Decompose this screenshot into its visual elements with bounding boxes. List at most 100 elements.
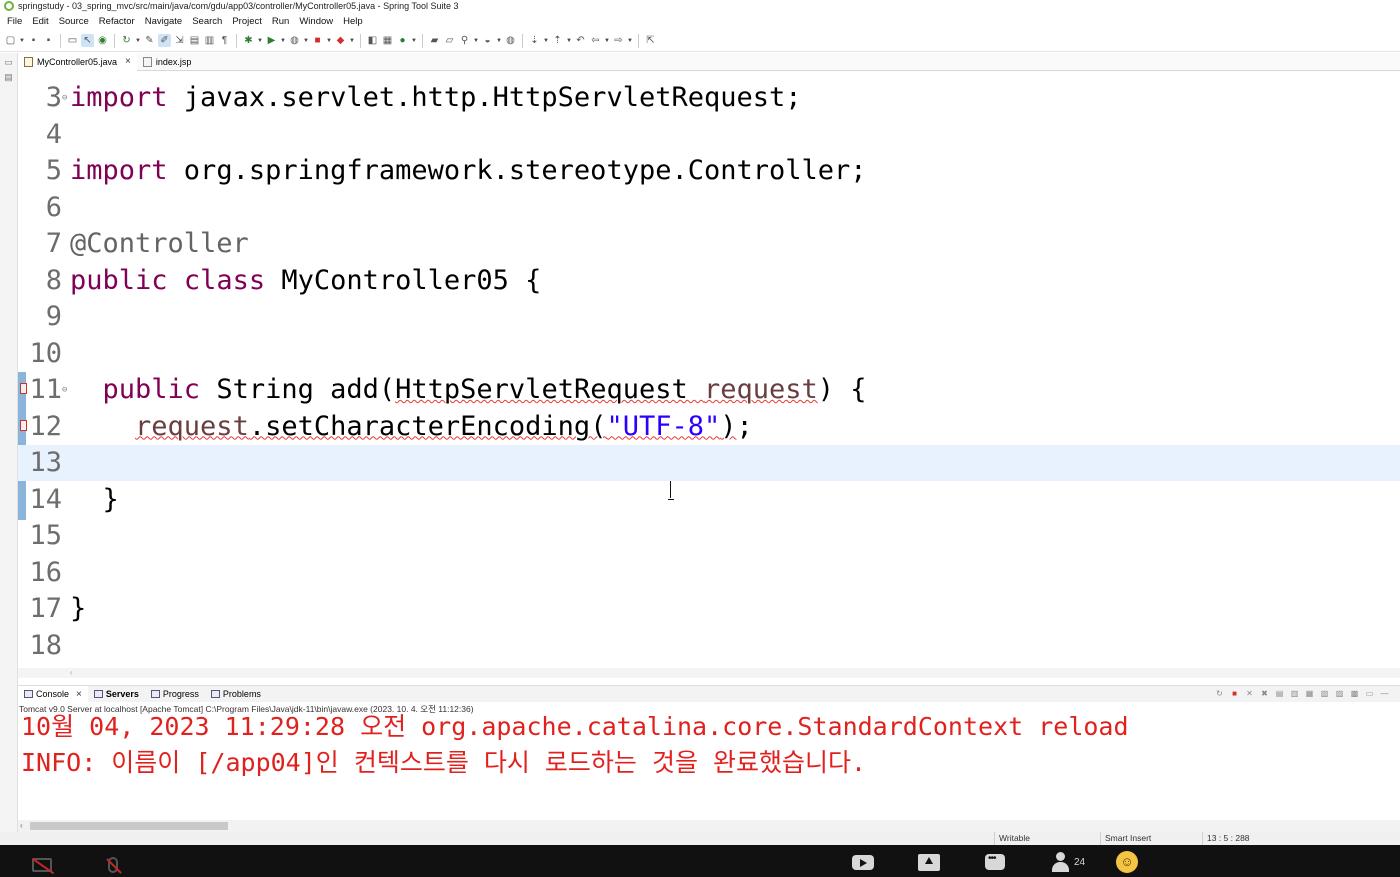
code-line[interactable]: 7 @Controller [18, 226, 1400, 262]
video-icon[interactable] [852, 851, 874, 873]
code-line[interactable]: 3 ⊖ import javax.servlet.http.HttpServletR… [18, 80, 1400, 116]
menu-run[interactable]: Run [267, 16, 294, 27]
debug-icon[interactable]: ✱ [242, 34, 255, 47]
code-line[interactable]: 18 [18, 628, 1400, 664]
coverage-dropdown-icon[interactable]: ▼ [303, 38, 309, 44]
minimize-icon[interactable]: — [1379, 689, 1390, 699]
search-dropdown-icon[interactable]: ▼ [473, 38, 479, 44]
save-all-icon[interactable]: ▪ [42, 34, 55, 47]
code-line[interactable]: 11 ⊖ public String add(HttpServletRequest… [18, 372, 1400, 408]
open-task-icon[interactable]: ◒ [481, 34, 494, 47]
code-line[interactable]: 13 [18, 445, 1400, 481]
save-icon[interactable]: ▪ [27, 34, 40, 47]
code-line[interactable]: 5 import org.springframework.stereotype.C… [18, 153, 1400, 189]
menu-project[interactable]: Project [227, 16, 267, 27]
menu-refactor[interactable]: Refactor [94, 16, 140, 27]
tab-progress[interactable]: Progress [145, 686, 205, 703]
menu-navigate[interactable]: Navigate [140, 16, 188, 27]
code-line[interactable]: 17} [18, 591, 1400, 627]
tab-problems[interactable]: Problems [205, 686, 267, 703]
toggle-select-icon[interactable]: ↖ [81, 34, 94, 47]
mic-off-icon[interactable] [108, 854, 118, 876]
new-java-project-icon[interactable]: ◧ [366, 34, 379, 47]
code-line[interactable]: 16 [18, 555, 1400, 591]
show-whitespace-icon[interactable]: ¶ [218, 34, 231, 47]
fold-toggle-icon[interactable]: ⊖ [62, 80, 67, 116]
external-tools-icon[interactable]: ◆ [334, 34, 347, 47]
forward-icon[interactable]: ⇨ [612, 34, 625, 47]
debug-dropdown-icon[interactable]: ▼ [257, 38, 263, 44]
highlight-icon[interactable]: ✐ [158, 34, 171, 47]
menu-file[interactable]: File [2, 16, 27, 27]
code-line[interactable]: 9 [18, 299, 1400, 335]
pin-console-icon[interactable]: ▩ [1349, 689, 1360, 699]
screen-share-icon[interactable] [918, 851, 940, 873]
refresh-icon[interactable]: ↻ [120, 34, 133, 47]
run-dropdown-icon[interactable]: ▼ [280, 38, 286, 44]
remove-launch-icon[interactable]: ✕ [1244, 689, 1255, 699]
next-annotation-icon[interactable]: ⇲ [173, 34, 186, 47]
code-line[interactable]: 4 [18, 117, 1400, 153]
code-line[interactable]: 10 [18, 336, 1400, 372]
chat-icon[interactable] [985, 851, 1005, 873]
open-type-icon[interactable]: ▰ [428, 34, 441, 47]
display-console-icon[interactable]: ▭ [1364, 689, 1375, 699]
new-dropdown-icon[interactable]: ▼ [19, 38, 25, 44]
scroll-left-icon[interactable]: ‹ [70, 668, 73, 677]
code-editor[interactable]: 3 ⊖ import javax.servlet.http.HttpServletR… [18, 72, 1400, 668]
terminate-icon[interactable]: ■ [1229, 689, 1240, 699]
stop-dropdown-icon[interactable]: ▼ [326, 38, 332, 44]
stop-icon[interactable]: ■ [311, 34, 324, 47]
console-output[interactable]: 10월 04, 2023 11:29:28 오전 org.apache.cata… [18, 712, 1400, 820]
open-folder-icon[interactable]: ▱ [443, 34, 456, 47]
show-on-output-icon[interactable]: ▧ [1319, 689, 1330, 699]
package-explorer-icon[interactable]: ▤ [0, 72, 17, 83]
last-edit-location-icon[interactable]: ↶ [574, 34, 587, 47]
menu-window[interactable]: Window [294, 16, 338, 27]
back-dropdown-icon[interactable]: ▼ [604, 38, 610, 44]
spring-boot-icon[interactable]: ◉ [96, 34, 109, 47]
next-edit-dropdown-icon[interactable]: ▼ [543, 38, 549, 44]
search-icon[interactable]: ⚲ [458, 34, 471, 47]
error-marker-icon[interactable] [20, 419, 27, 431]
fold-toggle-icon[interactable]: ⊖ [62, 372, 67, 408]
block-icon[interactable]: ▥ [203, 34, 216, 47]
back-icon[interactable]: ⇦ [589, 34, 602, 47]
restore-icon[interactable]: ▭ [0, 57, 17, 68]
scroll-left-icon[interactable]: ‹ [20, 820, 23, 832]
console-horizontal-scrollbar[interactable]: ‹ [18, 820, 1400, 832]
forward-dropdown-icon[interactable]: ▼ [627, 38, 633, 44]
new-class-icon[interactable]: ● [396, 34, 409, 47]
error-marker-icon[interactable] [20, 383, 27, 394]
reaction-button[interactable]: ☺ [1116, 851, 1138, 873]
prev-edit-dropdown-icon[interactable]: ▼ [566, 38, 572, 44]
next-edit-icon[interactable]: ⇣ [528, 34, 541, 47]
prev-edit-icon[interactable]: ⇡ [551, 34, 564, 47]
show-on-error-icon[interactable]: ▨ [1334, 689, 1345, 699]
scrollbar-thumb[interactable] [30, 822, 228, 830]
tab-servers[interactable]: Servers [88, 686, 145, 703]
remove-all-icon[interactable]: ✖ [1259, 689, 1270, 699]
tab-console[interactable]: Console × [18, 685, 88, 703]
editor-horizontal-scrollbar[interactable]: ‹ [18, 668, 1400, 678]
external-tools-dropdown-icon[interactable]: ▼ [349, 38, 355, 44]
close-icon[interactable]: × [76, 689, 82, 700]
code-line[interactable]: 12 request.setCharacterEncoding("UTF-8")… [18, 409, 1400, 445]
format-icon[interactable]: ▤ [188, 34, 201, 47]
relaunch-icon[interactable]: ↻ [1214, 689, 1225, 699]
open-task-dropdown-icon[interactable]: ▼ [496, 38, 502, 44]
terminal-icon[interactable]: ▭ [66, 34, 79, 47]
close-icon[interactable]: × [125, 56, 131, 67]
code-line[interactable]: 14 } [18, 482, 1400, 518]
coverage-icon[interactable]: ◍ [288, 34, 301, 47]
pin-icon[interactable]: ✎ [143, 34, 156, 47]
word-wrap-icon[interactable]: ▦ [1304, 689, 1315, 699]
participants-button[interactable]: 24 [1050, 851, 1085, 873]
run-icon[interactable]: ▶ [265, 34, 278, 47]
refresh-dropdown-icon[interactable]: ▼ [135, 38, 141, 44]
clear-console-icon[interactable]: ▤ [1274, 689, 1285, 699]
menu-help[interactable]: Help [338, 16, 368, 27]
tab-mycontroller05-java[interactable]: MyController05.java × [18, 52, 137, 71]
menu-search[interactable]: Search [187, 16, 227, 27]
new-class-dropdown-icon[interactable]: ▼ [411, 38, 417, 44]
